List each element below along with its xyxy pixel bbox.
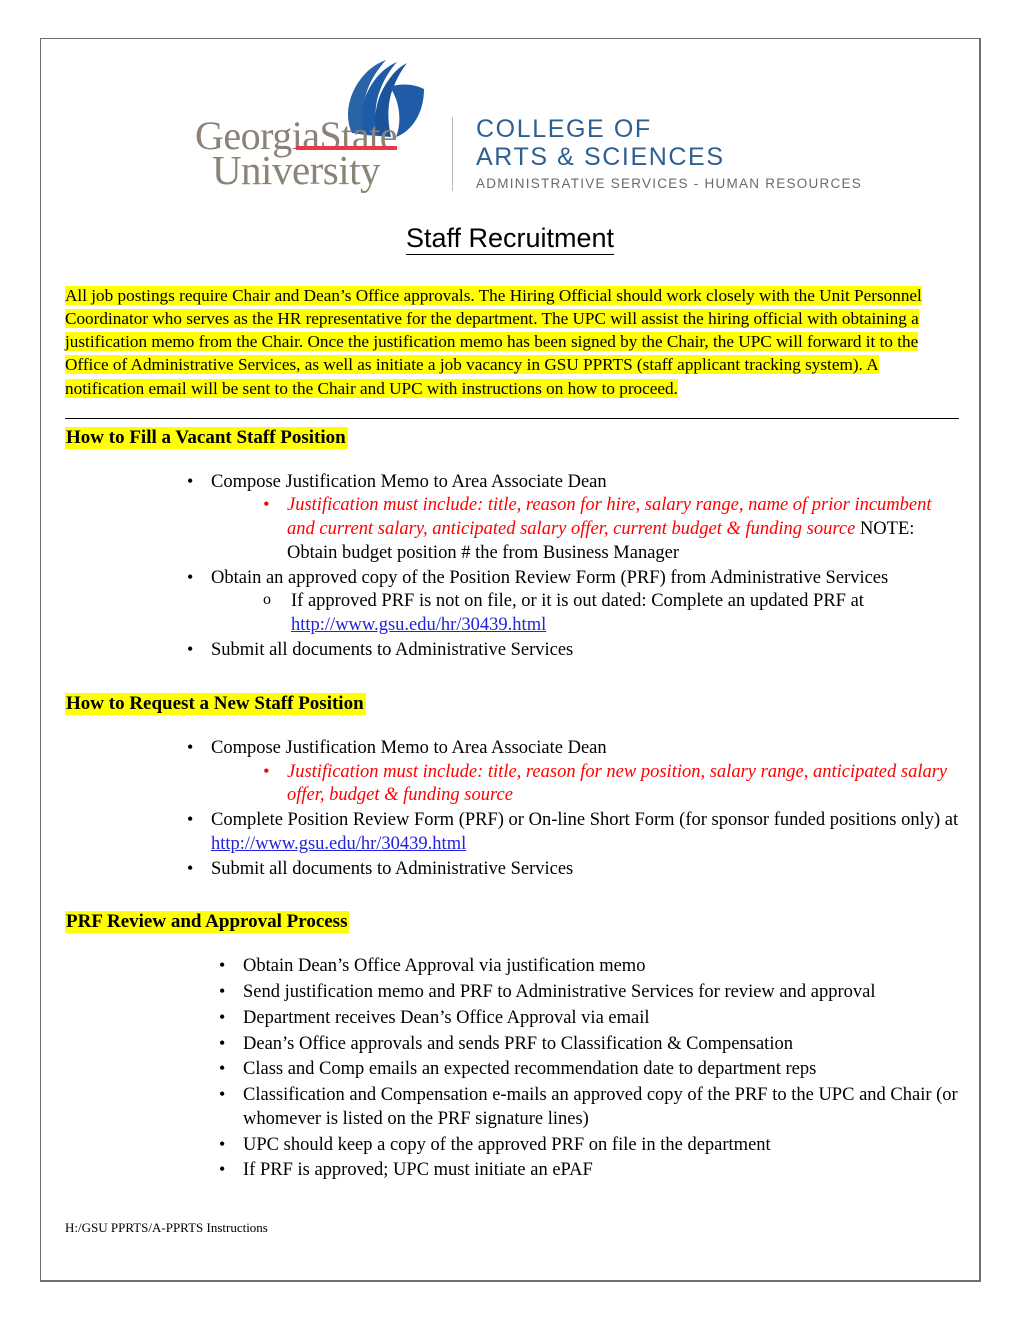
list-item-text: Obtain an approved copy of the Position …: [211, 567, 889, 588]
list-item-text: Obtain Dean’s Office Approval via justif…: [243, 956, 646, 977]
fill-vacant-sublist: Justification must include: title, reaso…: [211, 493, 959, 565]
list-item: Complete Position Review Form (PRF) or O…: [183, 808, 959, 857]
list-item-text: Compose Justification Memo to Area Assoc…: [211, 737, 607, 758]
section-heading-fill-vacant-text: How to Fill a Vacant Staff Position: [65, 426, 348, 449]
new-position-list: Compose Justification Memo to Area Assoc…: [65, 736, 959, 882]
new-position-sublist: Justification must include: title, reaso…: [211, 760, 959, 809]
intro-text: All job postings require Chair and Dean’…: [65, 286, 922, 398]
page-title-text: Staff Recruitment: [405, 223, 615, 255]
section-heading-prf-review-text: PRF Review and Approval Process: [65, 911, 350, 934]
list-item: Submit all documents to Administrative S…: [183, 638, 959, 663]
list-item: Justification must include: title, reaso…: [259, 760, 959, 809]
list-item: Department receives Dean’s Office Approv…: [215, 1006, 959, 1031]
list-item-text: If PRF is approved; UPC must initiate an…: [243, 1160, 593, 1181]
section-heading-new-position-text: How to Request a New Staff Position: [65, 692, 366, 715]
list-item: Compose Justification Memo to Area Assoc…: [183, 736, 959, 809]
wordmark-line-1: GeorgiaState: [194, 113, 398, 158]
list-item: Send justification memo and PRF to Admin…: [215, 980, 959, 1005]
footer-path: H:/GSU PPRTS/A-PPRTS Instructions: [65, 1220, 268, 1236]
list-item-text: If approved PRF is not on file, or it is…: [291, 591, 864, 612]
list-item-text: UPC should keep a copy of the approved P…: [243, 1134, 771, 1155]
college-line-1: COLLEGE OF: [476, 115, 652, 143]
list-item: If approved PRF is not on file, or it is…: [259, 590, 959, 638]
list-item: Obtain Dean’s Office Approval via justif…: [215, 954, 959, 979]
list-item-text: Class and Comp emails an expected recomm…: [243, 1059, 817, 1080]
list-item: Justification must include: title, reaso…: [259, 493, 959, 565]
section-heading-new-position: How to Request a New Staff Position: [65, 692, 959, 715]
list-item: Obtain an approved copy of the Position …: [183, 566, 959, 638]
list-item: Dean’s Office approvals and sends PRF to…: [215, 1032, 959, 1057]
college-name-block: COLLEGE OF ARTS & SCIENCES ADMINISTRATIV…: [476, 115, 862, 191]
prf-form-link[interactable]: http://www.gsu.edu/hr/30439.html: [291, 615, 546, 635]
prf-review-list: Obtain Dean’s Office Approval via justif…: [65, 954, 959, 1183]
list-item: Compose Justification Memo to Area Assoc…: [183, 470, 959, 566]
list-item-text: Classification and Compensation e-mails …: [243, 1085, 958, 1129]
wordmark-red-rule: [296, 146, 398, 151]
page-title: Staff Recruitment: [41, 223, 979, 255]
list-item: If PRF is approved; UPC must initiate an…: [215, 1158, 959, 1183]
list-item-text: Submit all documents to Administrative S…: [211, 858, 574, 879]
list-item: UPC should keep a copy of the approved P…: [215, 1133, 959, 1158]
justification-requirements: Justification must include: title, reaso…: [287, 761, 948, 806]
fill-vacant-list: Compose Justification Memo to Area Assoc…: [65, 470, 959, 663]
document-content: All job postings require Chair and Dean’…: [41, 284, 979, 1183]
intro-paragraph: All job postings require Chair and Dean’…: [65, 284, 959, 400]
fill-vacant-sublist-2: If approved PRF is not on file, or it is…: [211, 590, 959, 638]
section-heading-prf-review: PRF Review and Approval Process: [65, 911, 959, 934]
college-subtitle: ADMINISTRATIVE SERVICES - HUMAN RESOURCE…: [476, 176, 863, 191]
list-item: Classification and Compensation e-mails …: [215, 1083, 959, 1132]
document-page: GeorgiaState University COLLEGE OF ARTS …: [40, 38, 981, 1282]
justification-requirements: Justification must include: title, reaso…: [287, 495, 932, 540]
college-line-2: ARTS & SCIENCES: [476, 143, 725, 171]
wordmark-line-2: University: [211, 147, 381, 194]
prf-form-link[interactable]: http://www.gsu.edu/hr/30439.html: [211, 834, 466, 854]
section-divider: [65, 417, 959, 419]
list-item-text: Department receives Dean’s Office Approv…: [243, 1007, 650, 1028]
list-item-text: Complete Position Review Form (PRF) or O…: [211, 810, 959, 831]
list-item-text: Send justification memo and PRF to Admin…: [243, 982, 876, 1003]
logo-divider: [452, 117, 453, 191]
list-item: Submit all documents to Administrative S…: [183, 857, 959, 882]
list-item-text: Compose Justification Memo to Area Assoc…: [211, 471, 607, 492]
list-item: Class and Comp emails an expected recomm…: [215, 1057, 959, 1082]
list-item-text: Dean’s Office approvals and sends PRF to…: [243, 1033, 793, 1054]
letterhead-logo: GeorgiaState University COLLEGE OF ARTS …: [41, 57, 979, 217]
section-heading-fill-vacant: How to Fill a Vacant Staff Position: [65, 426, 959, 449]
list-item-text: Submit all documents to Administrative S…: [211, 639, 574, 660]
gsu-wordmark: GeorgiaState University: [156, 116, 436, 194]
